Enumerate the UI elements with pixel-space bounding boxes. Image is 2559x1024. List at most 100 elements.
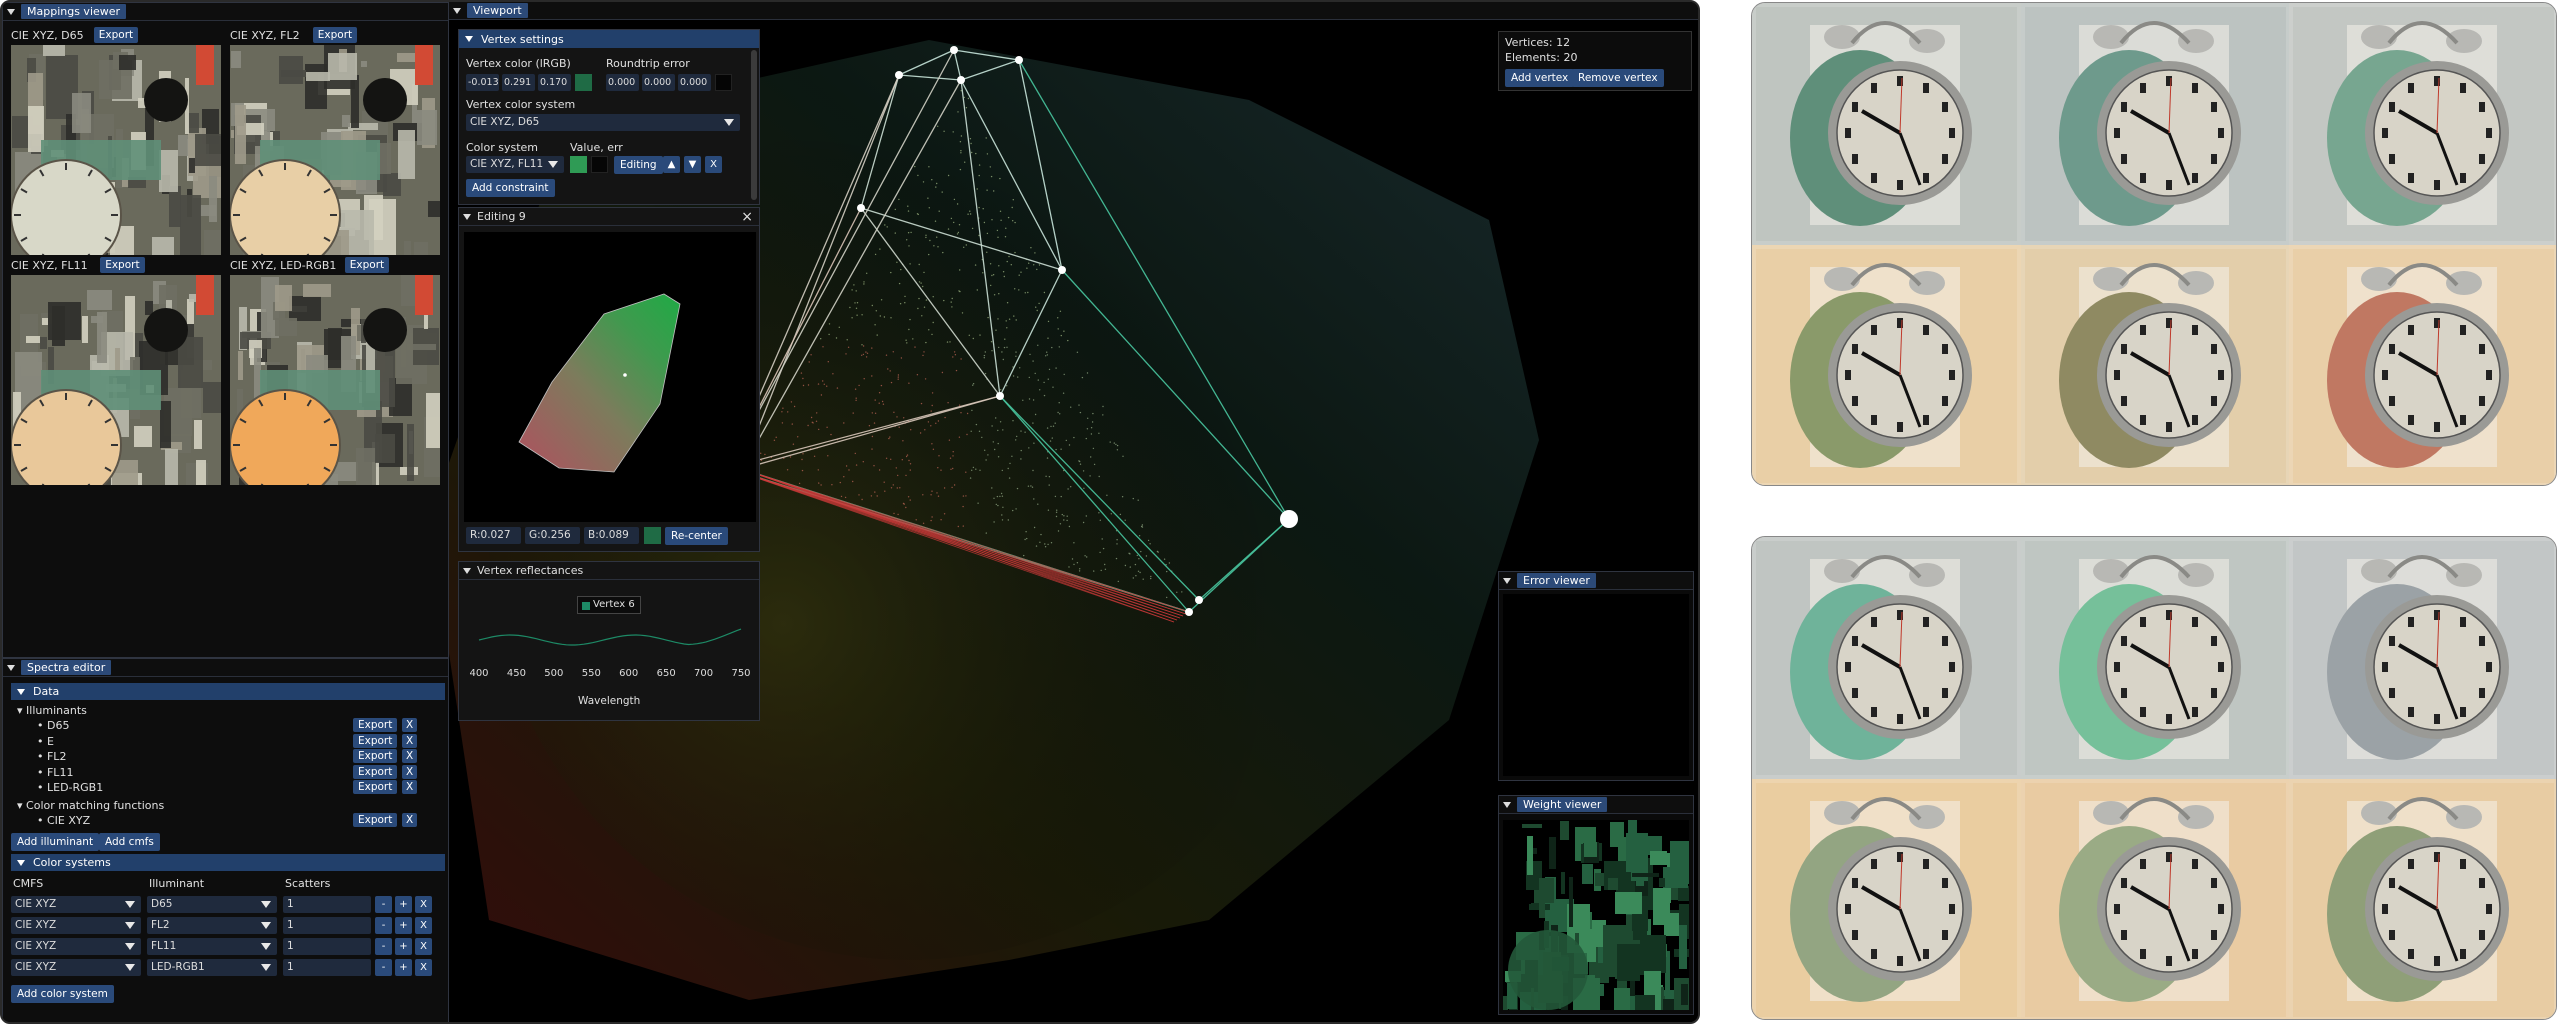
vertex-color-swatch[interactable]: [575, 74, 592, 91]
export-cmf-button[interactable]: Export: [353, 813, 398, 827]
vertex-reflectances-titlebar[interactable]: Vertex reflectances: [459, 562, 759, 580]
collapse-triangle-icon[interactable]: [7, 664, 15, 671]
collapse-triangle-icon[interactable]: [17, 859, 25, 866]
remove-color-system-button[interactable]: X: [415, 938, 432, 955]
chromaticity-editor-canvas[interactable]: [464, 232, 756, 522]
mesh-vertex-handle[interactable]: [1195, 596, 1203, 604]
add-illuminant-button[interactable]: Add illuminant: [11, 833, 100, 851]
scatters-field[interactable]: 1: [283, 896, 371, 913]
mesh-vertex-handle[interactable]: [996, 392, 1004, 400]
export-illuminant-button[interactable]: Export: [353, 733, 398, 748]
export-mapping-button[interactable]: Export: [312, 27, 358, 43]
spectra-editor-titlebar[interactable]: Spectra editor: [3, 659, 448, 677]
export-illuminant-button[interactable]: Export: [353, 718, 398, 732]
mesh-vertex-handle[interactable]: [857, 204, 865, 212]
data-section-header[interactable]: Data: [11, 683, 445, 700]
illuminant-item[interactable]: • FL2: [37, 750, 66, 763]
illuminant-dropdown[interactable]: LED-RGB1: [147, 959, 277, 976]
constraint-value-swatch[interactable]: [570, 156, 587, 173]
remove-constraint-button[interactable]: X: [705, 156, 722, 173]
illuminant-item[interactable]: • E: [37, 735, 54, 748]
cmfs-dropdown[interactable]: CIE XYZ: [11, 959, 141, 976]
export-illuminant-button[interactable]: Export: [353, 780, 398, 794]
decrement-scatters-button[interactable]: -: [375, 938, 392, 955]
viewport-titlebar[interactable]: Viewport: [449, 2, 1698, 20]
increment-scatters-button[interactable]: +: [395, 896, 412, 913]
illuminant-item[interactable]: • LED-RGB1: [37, 781, 103, 794]
collapse-triangle-icon[interactable]: [1503, 801, 1511, 808]
error-viewer-titlebar[interactable]: Error viewer: [1499, 572, 1693, 590]
export-illuminant-button[interactable]: Export: [353, 749, 398, 763]
vertex-settings-scrollbar[interactable]: [751, 50, 757, 200]
add-constraint-button[interactable]: Add constraint: [466, 179, 555, 197]
export-mapping-button[interactable]: Export: [93, 27, 139, 43]
current-color-point[interactable]: [623, 373, 627, 377]
decrement-scatters-button[interactable]: -: [375, 959, 392, 976]
collapse-triangle-icon[interactable]: [1503, 577, 1511, 584]
cmfs-dropdown[interactable]: CIE XYZ: [11, 896, 141, 913]
export-mapping-button[interactable]: Export: [100, 257, 145, 273]
illuminant-dropdown[interactable]: FL2: [147, 917, 277, 934]
red-value-field[interactable]: R:0.027: [466, 527, 521, 544]
collapse-triangle-icon[interactable]: [463, 567, 471, 574]
export-mapping-button[interactable]: Export: [344, 257, 390, 273]
mesh-vertex-handle[interactable]: [957, 76, 965, 84]
remove-illuminant-button[interactable]: X: [402, 764, 418, 779]
remove-color-system-button[interactable]: X: [415, 917, 432, 934]
remove-illuminant-button[interactable]: X: [402, 718, 418, 732]
editing-toggle-button[interactable]: Editing: [614, 156, 663, 174]
gamut-polygon[interactable]: [518, 293, 681, 473]
illuminant-dropdown[interactable]: FL11: [147, 938, 277, 955]
add-cmfs-button[interactable]: Add cmfs: [99, 833, 160, 851]
vertex-color-system-dropdown[interactable]: CIE XYZ, D65: [466, 114, 740, 131]
edited-color-swatch[interactable]: [644, 527, 661, 544]
mesh-vertex-handle[interactable]: [1185, 608, 1193, 616]
re-center-button[interactable]: Re-center: [665, 527, 728, 545]
blue-value-field[interactable]: B:0.089: [584, 527, 639, 544]
remove-illuminant-button[interactable]: X: [402, 749, 418, 763]
illuminant-item[interactable]: • FL11: [37, 766, 73, 779]
move-down-button[interactable]: ▼: [684, 156, 701, 173]
constraint-error-swatch[interactable]: [591, 156, 608, 173]
mesh-vertex-handle[interactable]: [1015, 56, 1023, 64]
constraint-color-system-dropdown[interactable]: CIE XYZ, FL11: [466, 156, 564, 173]
close-icon[interactable]: ×: [741, 209, 753, 225]
remove-color-system-button[interactable]: X: [415, 959, 432, 976]
color-systems-section-header[interactable]: Color systems: [11, 854, 445, 871]
green-value-field[interactable]: G:0.256: [525, 527, 580, 544]
cmfs-dropdown[interactable]: CIE XYZ: [11, 938, 141, 955]
scatters-field[interactable]: 1: [283, 959, 371, 976]
mappings-viewer-titlebar[interactable]: Mappings viewer: [3, 3, 448, 21]
vertex-color-component-field[interactable]: -0.013: [466, 74, 499, 91]
collapse-triangle-icon[interactable]: [453, 7, 461, 14]
vertex-color-component-field[interactable]: 0.170: [538, 74, 571, 91]
collapse-triangle-icon[interactable]: [7, 8, 15, 15]
illuminant-item[interactable]: • D65: [37, 719, 69, 732]
mesh-vertex-handle[interactable]: [1280, 510, 1298, 528]
increment-scatters-button[interactable]: +: [395, 959, 412, 976]
cmf-item[interactable]: • CIE XYZ: [37, 814, 90, 827]
remove-illuminant-button[interactable]: X: [402, 733, 418, 748]
mesh-vertex-handle[interactable]: [1058, 266, 1066, 274]
mesh-vertex-handle[interactable]: [895, 71, 903, 79]
collapse-triangle-icon[interactable]: [463, 213, 471, 220]
move-up-button[interactable]: ▲: [663, 156, 680, 173]
illuminant-dropdown[interactable]: D65: [147, 896, 277, 913]
cmf-tree-node[interactable]: ▾ Color matching functions: [17, 799, 164, 812]
increment-scatters-button[interactable]: +: [395, 938, 412, 955]
increment-scatters-button[interactable]: +: [395, 917, 412, 934]
scatters-field[interactable]: 1: [283, 938, 371, 955]
weight-viewer-titlebar[interactable]: Weight viewer: [1499, 796, 1693, 814]
add-vertex-button[interactable]: Add vertex: [1505, 69, 1575, 87]
scatters-field[interactable]: 1: [283, 917, 371, 934]
vertex-settings-header[interactable]: Vertex settings: [459, 30, 759, 48]
decrement-scatters-button[interactable]: -: [375, 917, 392, 934]
remove-vertex-button[interactable]: Remove vertex: [1572, 69, 1664, 87]
remove-color-system-button[interactable]: X: [415, 896, 432, 913]
collapse-triangle-icon[interactable]: [17, 688, 25, 695]
editing-titlebar[interactable]: Editing 9 ×: [459, 208, 759, 226]
cmfs-dropdown[interactable]: CIE XYZ: [11, 917, 141, 934]
mesh-vertex-handle[interactable]: [950, 46, 958, 54]
remove-cmf-button[interactable]: X: [402, 813, 418, 827]
remove-illuminant-button[interactable]: X: [402, 780, 418, 794]
